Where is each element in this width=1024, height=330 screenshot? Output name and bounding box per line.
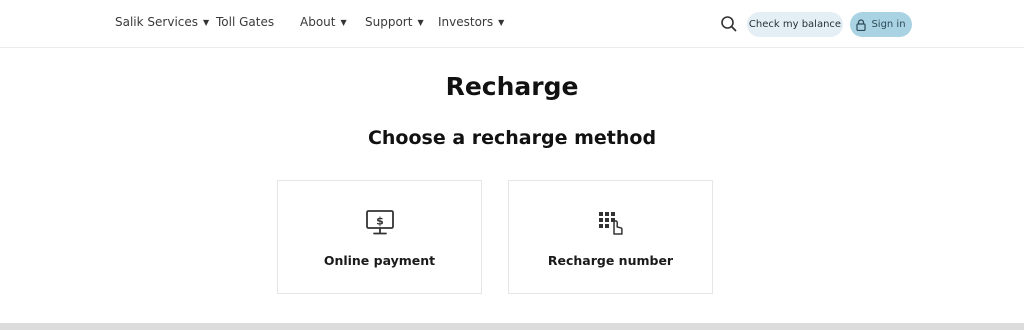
check-balance-label: Check my balance xyxy=(748,19,842,30)
online-payment-label: Online payment xyxy=(323,253,436,268)
nav-about[interactable]: About ▼ xyxy=(300,15,347,29)
caret-down-icon: ▼ xyxy=(417,17,424,27)
online-payment-card[interactable]: $ Online payment xyxy=(277,180,482,294)
nav-investors-label: Investors xyxy=(438,15,494,29)
page-bottom-divider xyxy=(0,323,1024,330)
nav-support[interactable]: Support ▼ xyxy=(365,15,424,29)
search-button[interactable] xyxy=(719,14,739,34)
nav-toll-gates-label: Toll Gates xyxy=(216,15,275,29)
caret-down-icon: ▼ xyxy=(203,17,210,27)
recharge-number-card[interactable]: Recharge number xyxy=(508,180,713,294)
sign-in-label: Sign in xyxy=(871,19,906,30)
lock-icon xyxy=(856,18,867,31)
monitor-dollar-icon: $ xyxy=(365,209,395,241)
nav-about-label: About xyxy=(300,15,336,29)
recharge-number-label: Recharge number xyxy=(547,253,674,268)
nav-salik-services-label: Salik Services xyxy=(115,15,199,29)
search-icon xyxy=(721,16,737,32)
caret-down-icon: ▼ xyxy=(340,17,347,27)
sign-in-button[interactable]: Sign in xyxy=(850,12,912,37)
nav-support-label: Support xyxy=(365,15,413,29)
nav-salik-services[interactable]: Salik Services ▼ xyxy=(115,15,209,29)
svg-text:$: $ xyxy=(376,215,384,228)
top-navigation: Salik Services ▼ Toll Gates About ▼ Supp… xyxy=(0,0,1024,48)
check-balance-button[interactable]: Check my balance xyxy=(747,12,843,37)
page-subtitle: Choose a recharge method xyxy=(367,127,657,149)
page-title: Recharge xyxy=(445,72,579,101)
nav-investors[interactable]: Investors ▼ xyxy=(438,15,504,29)
caret-down-icon: ▼ xyxy=(498,17,505,27)
keypad-tap-icon xyxy=(596,209,626,241)
nav-toll-gates[interactable]: Toll Gates xyxy=(216,15,274,29)
